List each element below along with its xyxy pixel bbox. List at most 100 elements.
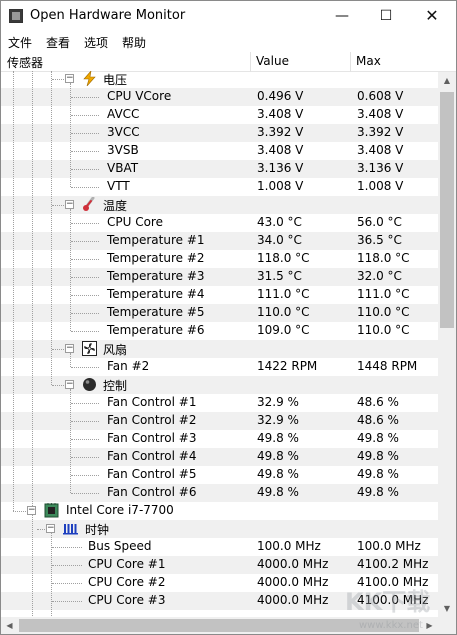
sensor-value: 118.0 °C	[257, 251, 310, 265]
sensor-name: AVCC	[107, 107, 140, 121]
sensor-value: 32.9 %	[257, 413, 299, 427]
sensor-row[interactable]: Fan Control #2 32.9 % 48.6 %	[1, 412, 438, 430]
sensor-name: Fan #2	[107, 359, 150, 373]
sensor-row[interactable]: 3VSB 3.408 V 3.408 V	[1, 142, 438, 160]
site-watermark: KK下载 www.kkx.net	[345, 588, 430, 631]
sensor-name: CPU Core	[107, 215, 163, 229]
sensor-value: 111.0 °C	[257, 287, 310, 301]
sensor-row[interactable]: Fan #2 1422 RPM 1448 RPM	[1, 358, 438, 376]
sensor-value: 34.0 °C	[257, 233, 302, 247]
sensor-row[interactable]: Temperature #3 31.5 °C 32.0 °C	[1, 268, 438, 286]
sensor-group-voltage[interactable]: − 电压	[1, 71, 438, 88]
sensor-row[interactable]: VBAT 3.136 V 3.136 V	[1, 160, 438, 178]
menu-help[interactable]: 帮助	[122, 34, 146, 51]
sensor-group-clocks[interactable]: − 时钟	[1, 520, 438, 538]
sensor-row[interactable]: Temperature #5 110.0 °C 110.0 °C	[1, 304, 438, 322]
column-divider[interactable]	[350, 52, 351, 72]
sensor-row[interactable]: Temperature #1 34.0 °C 36.5 °C	[1, 232, 438, 250]
sensor-value: 3.392 V	[257, 125, 304, 139]
sensor-max: 100.0 MHz	[357, 539, 421, 553]
sensor-row[interactable]: CPU Core 43.0 °C 56.0 °C	[1, 214, 438, 232]
sensor-name: CPU VCore	[107, 89, 172, 103]
menu-options[interactable]: 选项	[84, 34, 108, 51]
tree-connector-line	[52, 349, 64, 350]
sensor-value: 49.8 %	[257, 449, 299, 463]
tree-connector-line	[71, 313, 99, 314]
sensor-group-temperature[interactable]: − 温度	[1, 196, 438, 214]
sensor-row[interactable]: Fan Control #5 49.8 % 49.8 %	[1, 466, 438, 484]
sensor-value: 31.5 °C	[257, 269, 302, 283]
sensor-max: 111.0 °C	[357, 287, 410, 301]
maximize-button[interactable]: ☐	[363, 1, 409, 31]
sensor-max: 110.0 °C	[357, 323, 410, 337]
sensor-row[interactable]: Temperature #4 111.0 °C 111.0 °C	[1, 286, 438, 304]
column-divider[interactable]	[250, 52, 251, 72]
sensor-value: 109.0 °C	[257, 323, 310, 337]
sensor-group-fans[interactable]: − 风扇	[1, 340, 438, 358]
sensor-max: 1.008 V	[357, 179, 404, 193]
collapse-toggle-icon[interactable]: −	[27, 506, 36, 515]
sensor-value: 110.0 °C	[257, 305, 310, 319]
collapse-toggle-icon[interactable]: −	[65, 74, 74, 83]
sensor-name: VBAT	[107, 161, 139, 175]
sensor-max: 49.8 %	[357, 431, 399, 445]
tree-connector-line	[70, 389, 71, 493]
minimize-button[interactable]: —	[319, 1, 365, 31]
sensor-max: 32.0 °C	[357, 269, 402, 283]
tree-connector-line	[71, 331, 99, 332]
sensor-value: 43.0 °C	[257, 215, 302, 229]
tree-connector-line	[70, 83, 71, 187]
tree-connector-line	[52, 385, 64, 386]
sensor-row[interactable]: Fan Control #6 49.8 % 49.8 %	[1, 484, 438, 502]
vertical-scroll-thumb[interactable]	[440, 92, 454, 328]
sensor-row[interactable]: Fan Control #1 32.9 % 48.6 %	[1, 394, 438, 412]
sensor-row[interactable]: CPU VCore 0.496 V 0.608 V	[1, 88, 438, 106]
sensor-group-controls[interactable]: − 控制	[1, 376, 438, 394]
sensor-row[interactable]: VTT 1.008 V 1.008 V	[1, 178, 438, 196]
window-title: Open Hardware Monitor	[30, 8, 186, 23]
tree-connector-line	[71, 421, 99, 422]
vertical-scrollbar[interactable]: ▲ ▼	[438, 72, 456, 617]
sensor-value: 3.408 V	[257, 143, 304, 157]
collapse-toggle-icon[interactable]: −	[65, 380, 74, 389]
column-max[interactable]: Max	[356, 54, 381, 68]
sensor-value: 49.8 %	[257, 431, 299, 445]
tree-connector-line	[71, 133, 99, 134]
sensor-max: 110.0 °C	[357, 305, 410, 319]
group-label: 时钟	[85, 523, 110, 537]
sensor-tree[interactable]: − 电压 CPU VCore 0.496 V 0.608 V AVCC 3.408 V 3.4…	[1, 71, 438, 616]
hardware-node-cpu[interactable]: − Intel Core i7-7700	[1, 502, 438, 520]
close-button[interactable]: ✕	[409, 1, 455, 31]
sensor-row[interactable]: Fan Control #4 49.8 % 49.8 %	[1, 448, 438, 466]
column-header: 传感器 Value Max	[1, 52, 456, 72]
sensor-row[interactable]: AVCC 3.408 V 3.408 V	[1, 106, 438, 124]
column-value[interactable]: Value	[256, 54, 289, 68]
sensor-row[interactable]: Temperature #2 118.0 °C 118.0 °C	[1, 250, 438, 268]
collapse-toggle-icon[interactable]: −	[65, 344, 74, 353]
fan-icon	[82, 341, 97, 356]
menu-view[interactable]: 查看	[46, 34, 70, 51]
sensor-row[interactable]: Fan Control #3 49.8 % 49.8 %	[1, 430, 438, 448]
sensor-value: 4000.0 MHz	[257, 593, 329, 607]
menu-file[interactable]: 文件	[8, 34, 32, 51]
tree-connector-line	[13, 511, 26, 512]
collapse-toggle-icon[interactable]: −	[46, 524, 55, 533]
collapse-toggle-icon[interactable]: −	[65, 200, 74, 209]
app-window: Open Hardware Monitor — ☐ ✕ 文件 查看 选项 帮助 …	[0, 0, 457, 635]
sensor-name: Temperature #3	[107, 269, 205, 283]
scroll-left-arrow-icon[interactable]: ◀	[1, 617, 18, 634]
sensor-row[interactable]: 3VCC 3.392 V 3.392 V	[1, 124, 438, 142]
control-knob-icon	[82, 377, 97, 392]
column-sensor[interactable]: 传感器	[7, 54, 43, 71]
sensor-name: CPU Core #3	[88, 593, 166, 607]
sensor-value: 49.8 %	[257, 467, 299, 481]
tree-connector-line	[71, 475, 99, 476]
tree-connector-line	[71, 241, 99, 242]
tree-connector-line	[71, 169, 99, 170]
sensor-name: Fan Control #5	[107, 467, 197, 481]
sensor-max: 49.8 %	[357, 485, 399, 499]
sensor-row[interactable]: Temperature #6 109.0 °C 110.0 °C	[1, 322, 438, 340]
title-bar[interactable]: Open Hardware Monitor — ☐ ✕	[1, 1, 456, 31]
scroll-up-arrow-icon[interactable]: ▲	[438, 72, 456, 89]
sensor-name: CPU Core #2	[88, 575, 166, 589]
